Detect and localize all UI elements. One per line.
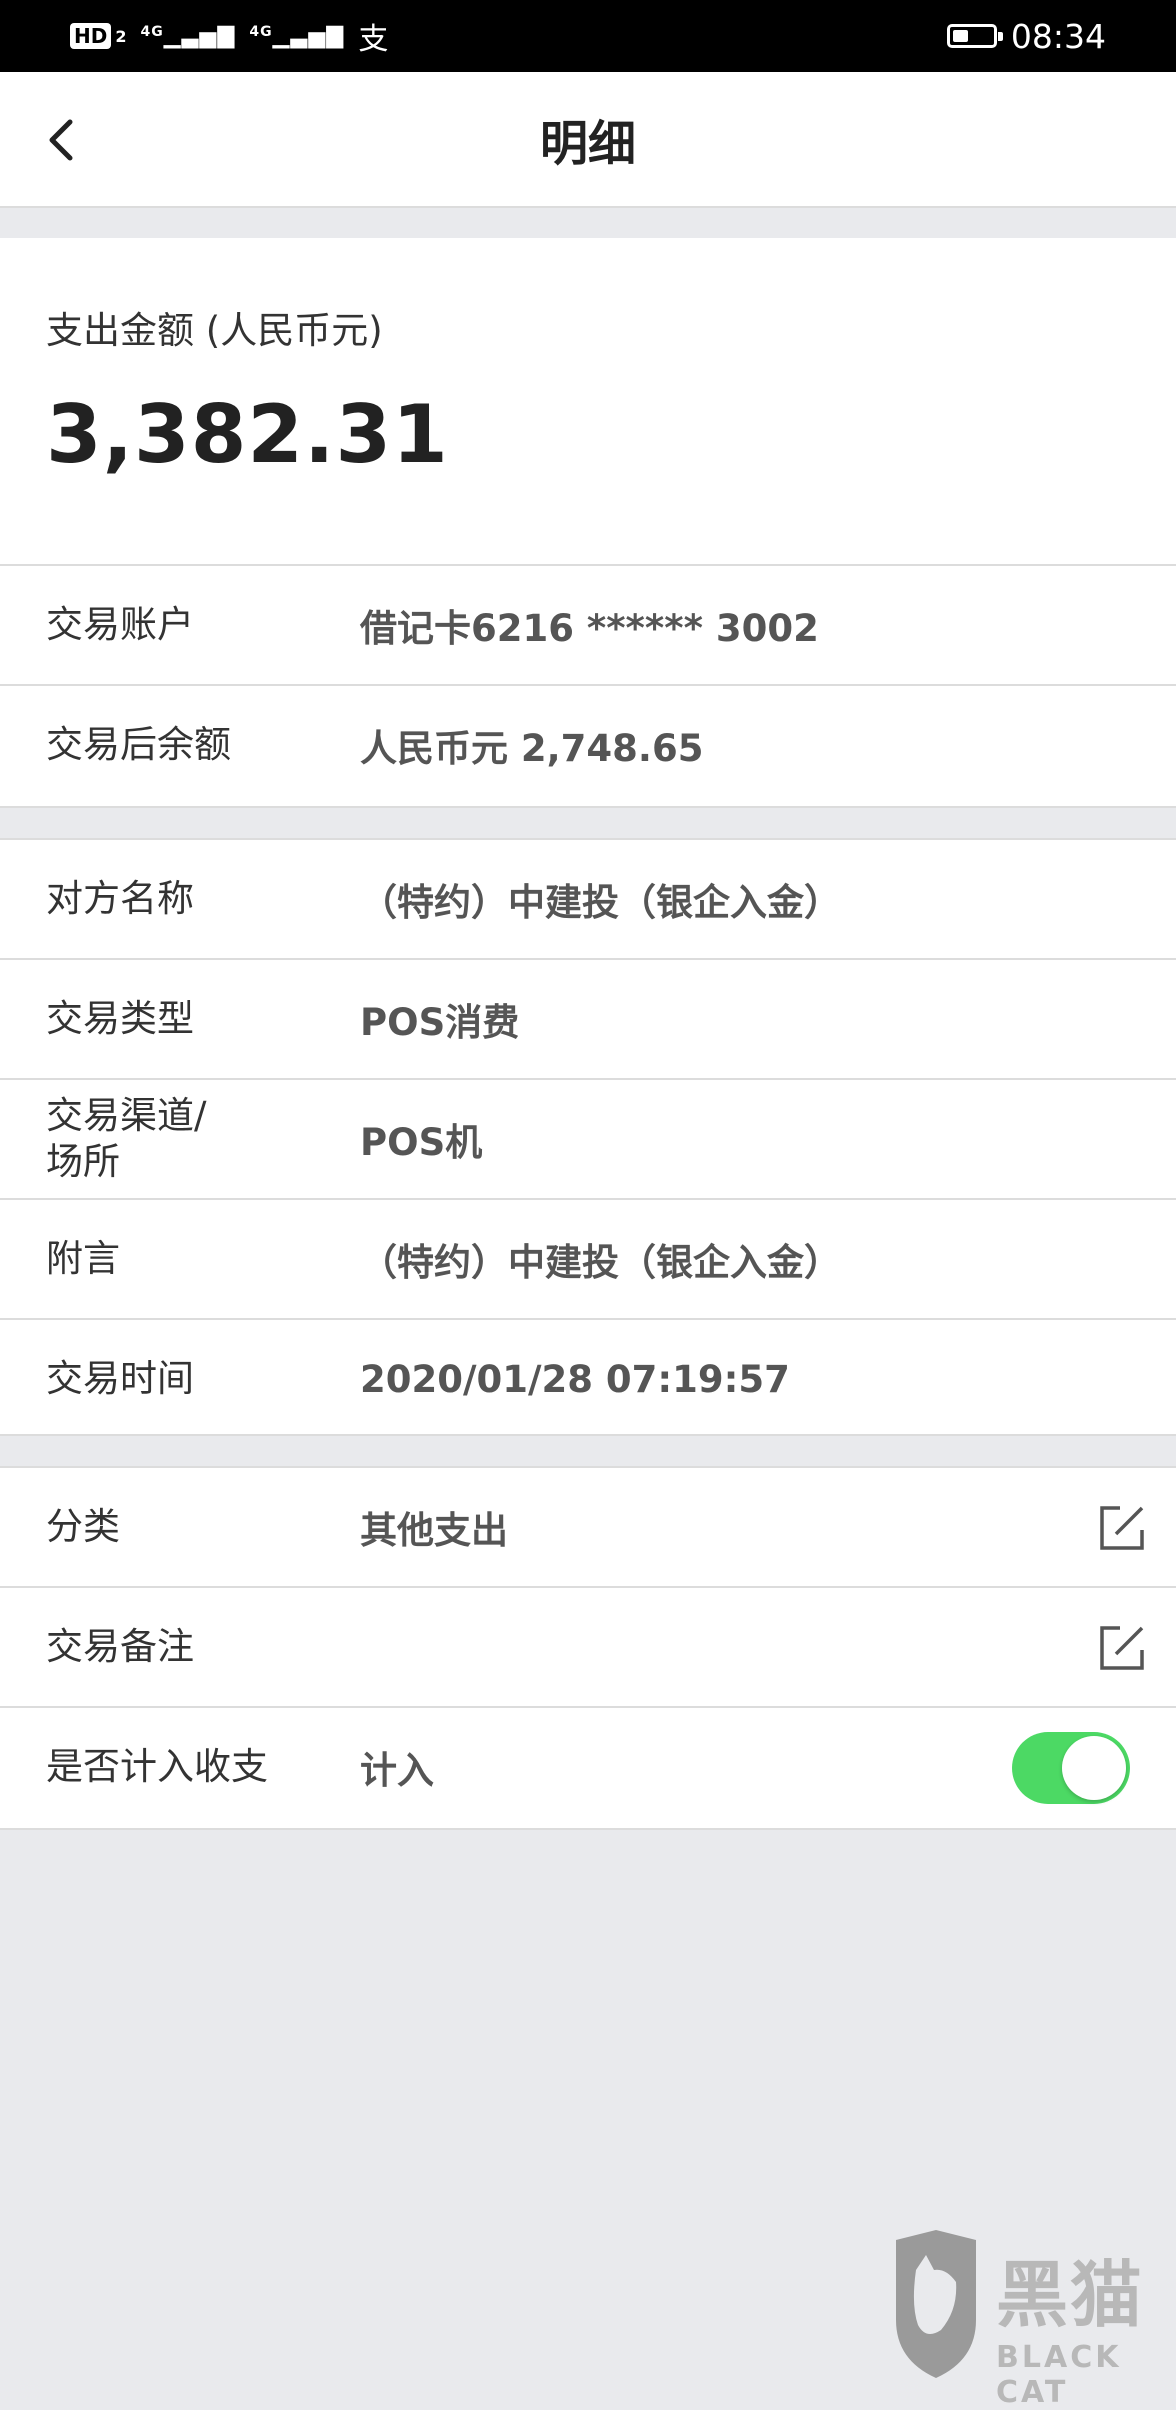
- nav-bar: 明细: [0, 72, 1176, 208]
- row-label: 是否计入收支: [46, 1744, 346, 1790]
- account-group: 交易账户 借记卡6216 ****** 3002 交易后余额 人民币元 2,74…: [0, 564, 1176, 808]
- watermark-logo: 黑猫 BLACK CAT: [886, 2230, 1156, 2390]
- toggle-knob: [1062, 1736, 1126, 1800]
- signal-label-2: 4G: [249, 24, 272, 40]
- category-row[interactable]: 分类 其他支出: [0, 1466, 1176, 1586]
- row-label: 交易后余额: [46, 722, 346, 768]
- amount-label: 支出金额 (人民币元): [46, 300, 383, 354]
- status-left: HD 2 4G▁▃▅▇ 4G▁▃▅▇ 支: [70, 14, 388, 58]
- row-value: 人民币元 2,748.65: [360, 718, 703, 772]
- detail-row-account: 交易账户 借记卡6216 ****** 3002: [0, 564, 1176, 684]
- alipay-notification-icon: 支: [358, 14, 388, 58]
- row-label: 交易备注: [46, 1624, 346, 1670]
- cat-shield-icon: [886, 2230, 986, 2380]
- transaction-group: 对方名称 （特约）中建投（银企入金） 交易类型 POS消费 交易渠道/ 场所 P…: [0, 838, 1176, 1436]
- back-button[interactable]: [26, 104, 98, 176]
- status-time: 08:34: [1011, 17, 1106, 56]
- row-label: 交易渠道/ 场所: [46, 1093, 346, 1185]
- battery-fill: [953, 30, 968, 42]
- row-value: （特约）中建投（银企入金）: [360, 872, 841, 926]
- signal-icon-1: 4G▁▃▅▇: [140, 24, 235, 49]
- row-value: 2020/01/28 07:19:57: [360, 1358, 790, 1401]
- row-value: （特约）中建投（银企入金）: [360, 1232, 841, 1286]
- include-row: 是否计入收支 计入: [0, 1706, 1176, 1826]
- hd-sub: 2: [115, 27, 126, 46]
- signal-icon-2: 4G▁▃▅▇: [249, 24, 344, 49]
- row-value: POS消费: [360, 992, 519, 1046]
- detail-row-memo: 附言 （特约）中建投（银企入金）: [0, 1198, 1176, 1318]
- row-label: 交易时间: [46, 1356, 346, 1402]
- detail-row-counterparty: 对方名称 （特约）中建投（银企入金）: [0, 838, 1176, 958]
- page-title: 明细: [540, 104, 636, 174]
- chevron-left-icon: [42, 116, 82, 164]
- row-value: 借记卡6216 ****** 3002: [360, 598, 819, 652]
- note-row[interactable]: 交易备注: [0, 1586, 1176, 1706]
- row-value: POS机: [360, 1112, 482, 1166]
- include-toggle[interactable]: [1012, 1732, 1130, 1804]
- signal-label-1: 4G: [140, 24, 163, 40]
- hd-badge: HD: [70, 23, 111, 49]
- row-label: 分类: [46, 1504, 346, 1550]
- settings-group: 分类 其他支出 交易备注 是否计入收支 计入: [0, 1466, 1176, 1830]
- row-label: 交易账户: [46, 602, 346, 648]
- detail-row-type: 交易类型 POS消费: [0, 958, 1176, 1078]
- row-label: 对方名称: [46, 876, 346, 922]
- row-label: 交易类型: [46, 996, 346, 1042]
- battery-icon: [947, 24, 997, 48]
- amount-section: 支出金额 (人民币元) 3,382.31: [0, 238, 1176, 564]
- edit-icon[interactable]: [1096, 1622, 1148, 1674]
- detail-row-channel: 交易渠道/ 场所 POS机: [0, 1078, 1176, 1198]
- row-value: 其他支出: [360, 1500, 508, 1554]
- row-label: 附言: [46, 1236, 346, 1282]
- detail-row-balance: 交易后余额 人民币元 2,748.65: [0, 684, 1176, 804]
- status-right: 08:34: [947, 17, 1106, 56]
- status-bar: HD 2 4G▁▃▅▇ 4G▁▃▅▇ 支 08:34: [0, 0, 1176, 72]
- amount-value: 3,382.31: [46, 388, 449, 481]
- edit-icon[interactable]: [1096, 1502, 1148, 1554]
- watermark-cn: 黑猫: [996, 2236, 1144, 2341]
- detail-row-time: 交易时间 2020/01/28 07:19:57: [0, 1318, 1176, 1438]
- row-value: 计入: [360, 1740, 434, 1794]
